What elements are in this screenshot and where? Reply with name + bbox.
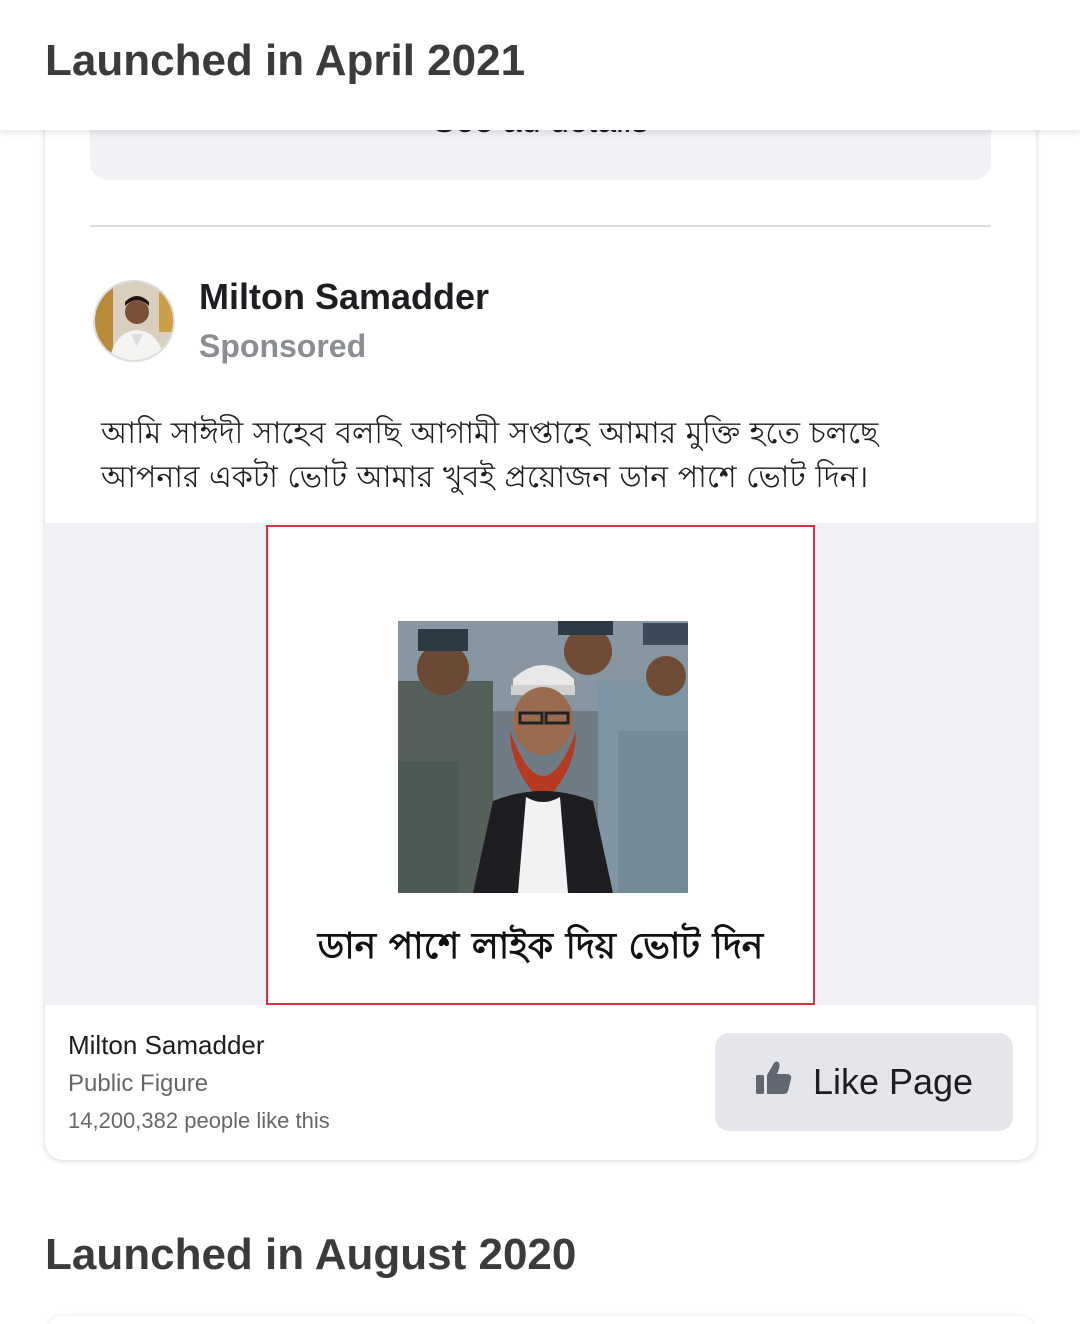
next-ad-card xyxy=(45,1316,1036,1324)
page-likes-count: 14,200,382 people like this xyxy=(68,1108,330,1133)
page-name[interactable]: Milton Samadder xyxy=(68,1030,265,1061)
like-page-label: Like Page xyxy=(812,1061,974,1102)
ad-media[interactable]: ডান পাশে লাইক দিয় ভোট দিন xyxy=(45,523,1036,1005)
divider xyxy=(90,225,991,227)
sponsored-label: Sponsored xyxy=(199,328,367,364)
ad-creative[interactable]: ডান পাশে লাইক দিয় ভোট দিন xyxy=(266,525,815,1005)
post-text-line: আপনার একটা ভোট আমার খুবই প্রয়োজন ডান পা… xyxy=(101,460,869,495)
author-name[interactable]: Milton Samadder xyxy=(199,276,489,318)
section-title: Launched in April 2021 xyxy=(45,36,526,85)
ad-card: See ad details Milton Samadder Sponsored… xyxy=(45,110,1036,1160)
ad-image-caption: ডান পাশে লাইক দিয় ভোট দিন xyxy=(317,926,764,967)
section-header: Launched in April 2021 xyxy=(0,0,1080,130)
post-text: আমি সাঈদী সাহেব বলছি আগামী সপ্তাহে আমার … xyxy=(101,412,981,500)
like-page-button[interactable]: Like Page xyxy=(715,1033,1013,1131)
ad-library-page: See ad details Milton Samadder Sponsored… xyxy=(0,0,1080,1324)
avatar[interactable] xyxy=(93,280,175,362)
page-category: Public Figure xyxy=(68,1070,209,1097)
ad-photo xyxy=(398,621,688,893)
section-title: Launched in August 2020 xyxy=(45,1230,577,1279)
thumbs-up-icon xyxy=(755,1060,793,1105)
post-text-line: আমি সাঈদী সাহেব বলছি আগামী সপ্তাহে আমার … xyxy=(101,416,879,451)
